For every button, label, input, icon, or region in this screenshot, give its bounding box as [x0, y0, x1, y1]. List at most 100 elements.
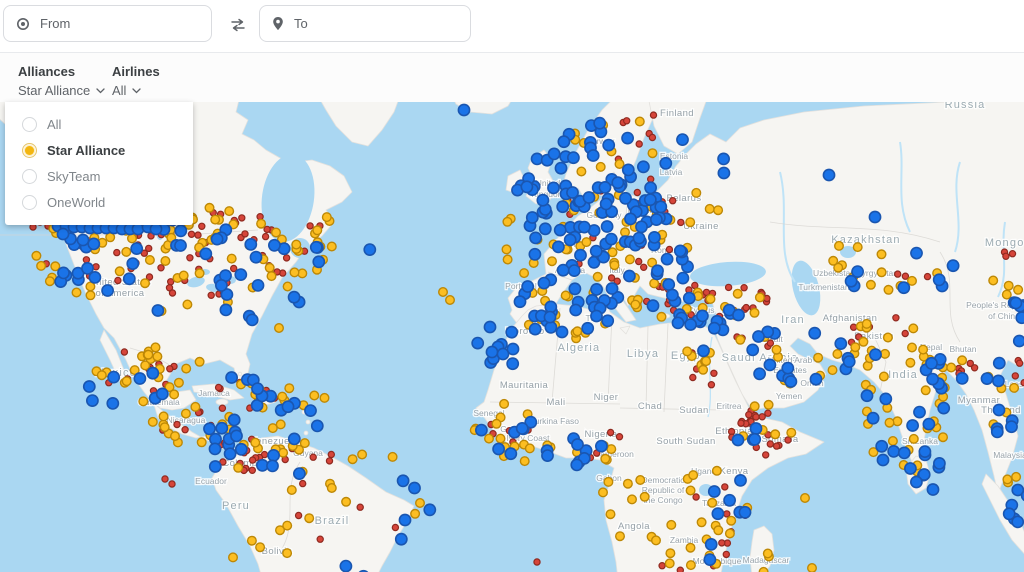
airport-dot-blue[interactable]	[718, 167, 729, 178]
airport-dot-blue[interactable]	[993, 404, 1004, 415]
airport-dot-yellow[interactable]	[750, 309, 759, 318]
airport-dot-blue[interactable]	[568, 152, 579, 163]
airport-dot-yellow[interactable]	[1003, 290, 1012, 299]
airport-dot-blue[interactable]	[152, 305, 163, 316]
airport-dot-yellow[interactable]	[714, 206, 723, 215]
airport-dot-blue[interactable]	[677, 134, 688, 145]
airport-dot-red[interactable]	[1012, 373, 1018, 379]
airport-dot-blue[interactable]	[555, 163, 566, 174]
airport-dot-blue[interactable]	[311, 242, 322, 253]
airport-dot-red[interactable]	[616, 434, 622, 440]
airport-dot-blue[interactable]	[667, 289, 678, 300]
airport-dot-blue[interactable]	[175, 225, 186, 236]
airport-dot-blue[interactable]	[538, 278, 549, 289]
airport-dot-blue[interactable]	[102, 285, 113, 296]
airport-dot-red[interactable]	[650, 112, 656, 118]
airport-dot-blue[interactable]	[782, 363, 793, 374]
airport-dot-red[interactable]	[174, 421, 180, 427]
airport-dot-blue[interactable]	[602, 221, 613, 232]
airport-dot-blue[interactable]	[992, 426, 1003, 437]
airport-dot-yellow[interactable]	[358, 450, 367, 459]
airport-dot-blue[interactable]	[312, 420, 323, 431]
airport-dot-yellow[interactable]	[122, 248, 131, 257]
airport-dot-yellow[interactable]	[128, 234, 137, 243]
airport-dot-blue[interactable]	[209, 443, 220, 454]
airport-dot-yellow[interactable]	[251, 438, 260, 447]
airport-dot-yellow[interactable]	[248, 536, 257, 545]
airport-dot-red[interactable]	[188, 231, 194, 237]
airport-dot-yellow[interactable]	[577, 167, 586, 176]
airport-dot-yellow[interactable]	[191, 403, 200, 412]
airport-dot-yellow[interactable]	[787, 428, 796, 437]
airport-dot-yellow[interactable]	[269, 424, 278, 433]
airport-dot-red[interactable]	[242, 231, 248, 237]
airport-dot-blue[interactable]	[624, 270, 635, 281]
airport-dot-yellow[interactable]	[884, 286, 893, 295]
airport-dot-blue[interactable]	[108, 372, 119, 383]
airport-dot-red[interactable]	[534, 559, 540, 565]
airport-dot-blue[interactable]	[706, 539, 717, 550]
airport-dot-yellow[interactable]	[604, 478, 613, 487]
airport-dot-yellow[interactable]	[862, 320, 871, 329]
airport-dot-blue[interactable]	[914, 407, 925, 418]
airport-dot-blue[interactable]	[294, 468, 305, 479]
airport-dot-blue[interactable]	[622, 133, 633, 144]
airport-dot-yellow[interactable]	[288, 486, 297, 495]
airport-dot-yellow[interactable]	[889, 437, 898, 446]
airport-dot-yellow[interactable]	[1004, 281, 1013, 290]
airport-dot-blue[interactable]	[250, 252, 261, 263]
airport-dot-yellow[interactable]	[657, 313, 666, 322]
airport-dot-blue[interactable]	[733, 309, 744, 320]
airport-dot-blue[interactable]	[231, 430, 242, 441]
airport-dot-yellow[interactable]	[689, 471, 698, 480]
airport-dot-yellow[interactable]	[582, 238, 591, 247]
airport-dot-blue[interactable]	[852, 266, 863, 277]
airport-dot-blue[interactable]	[107, 398, 118, 409]
airport-dot-yellow[interactable]	[624, 479, 633, 488]
airport-dot-blue[interactable]	[269, 240, 280, 251]
airport-dot-blue[interactable]	[571, 459, 582, 470]
airport-dot-blue[interactable]	[553, 241, 564, 252]
airport-dot-red[interactable]	[641, 264, 647, 270]
airport-dot-yellow[interactable]	[628, 495, 637, 504]
airport-dot-red[interactable]	[216, 384, 222, 390]
airport-dot-yellow[interactable]	[692, 189, 701, 198]
airport-dot-red[interactable]	[1003, 253, 1009, 259]
airport-dot-red[interactable]	[765, 410, 771, 416]
airport-dot-blue[interactable]	[934, 458, 945, 469]
airport-dot-blue[interactable]	[472, 338, 483, 349]
airport-dot-blue[interactable]	[88, 238, 99, 249]
airport-dot-blue[interactable]	[220, 304, 231, 315]
airport-dot-blue[interactable]	[582, 323, 593, 334]
airport-dot-red[interactable]	[162, 476, 168, 482]
airport-dot-red[interactable]	[328, 451, 334, 457]
airport-dot-yellow[interactable]	[388, 453, 397, 462]
airport-dot-red[interactable]	[726, 284, 732, 290]
airport-dot-blue[interactable]	[245, 239, 256, 250]
airport-dot-blue[interactable]	[484, 321, 495, 332]
airport-dot-red[interactable]	[1017, 360, 1023, 366]
airport-dot-yellow[interactable]	[733, 289, 742, 298]
airport-dot-blue[interactable]	[620, 193, 631, 204]
airport-dot-red[interactable]	[634, 189, 640, 195]
airport-dot-yellow[interactable]	[726, 529, 735, 538]
airport-dot-yellow[interactable]	[183, 300, 192, 309]
airport-dot-yellow[interactable]	[313, 226, 322, 235]
airport-dot-yellow[interactable]	[631, 300, 640, 309]
airport-dot-blue[interactable]	[649, 232, 660, 243]
airport-dot-yellow[interactable]	[278, 392, 287, 401]
airport-dot-red[interactable]	[763, 452, 769, 458]
airport-dot-blue[interactable]	[809, 328, 820, 339]
airport-dot-yellow[interactable]	[328, 242, 337, 251]
airport-dot-blue[interactable]	[810, 374, 821, 385]
airport-dot-red[interactable]	[636, 141, 642, 147]
airport-dot-yellow[interactable]	[573, 327, 582, 336]
airport-dot-red[interactable]	[743, 305, 749, 311]
airport-dot-yellow[interactable]	[808, 564, 817, 572]
airport-dot-blue[interactable]	[557, 201, 568, 212]
airport-dot-blue[interactable]	[625, 213, 636, 224]
airport-dot-yellow[interactable]	[764, 549, 773, 558]
airport-dot-blue[interactable]	[919, 446, 930, 457]
airport-dot-blue[interactable]	[77, 234, 88, 245]
to-field[interactable]	[259, 5, 471, 42]
